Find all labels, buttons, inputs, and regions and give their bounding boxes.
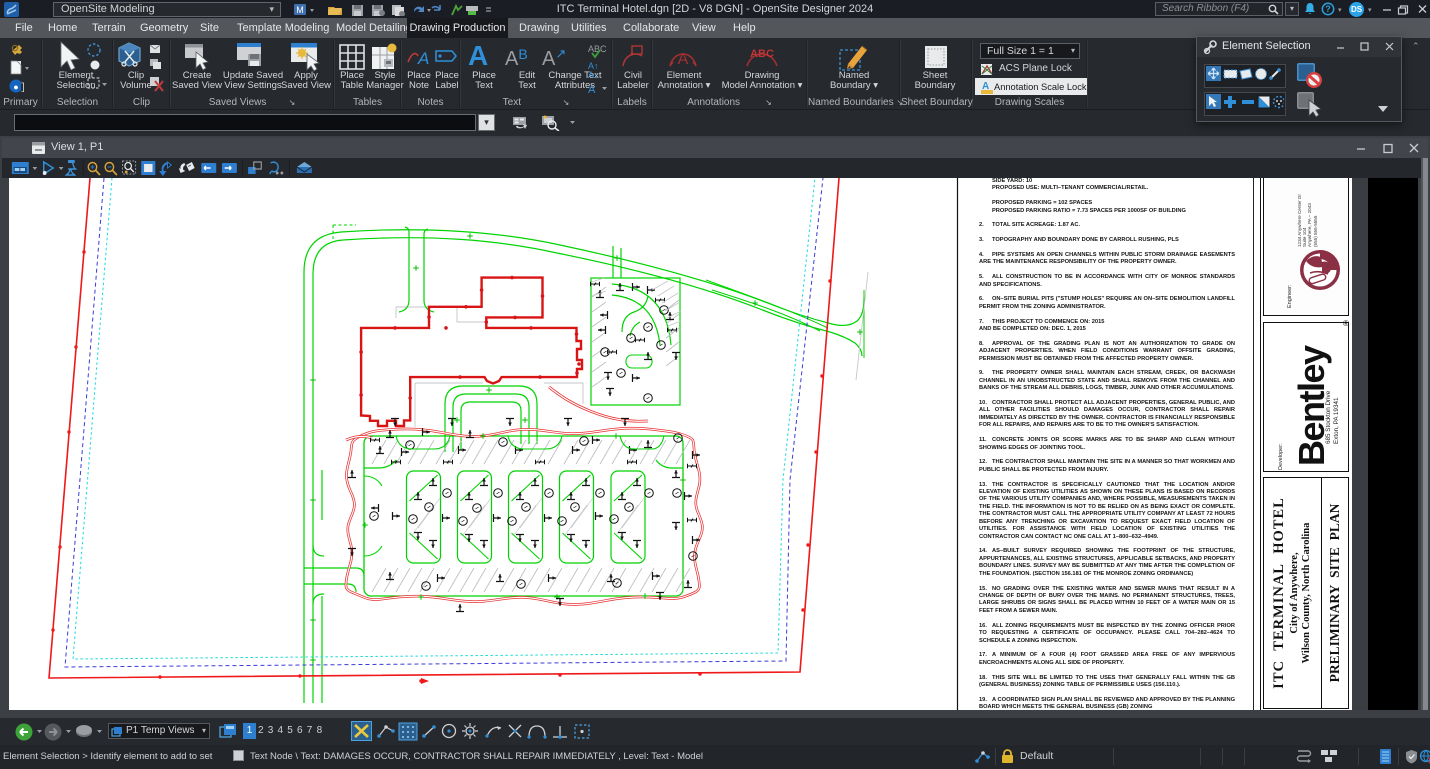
svg-text:ABC: ABC xyxy=(750,48,774,60)
svg-text:]: ] xyxy=(20,82,26,94)
svg-text:?: ? xyxy=(1325,4,1331,14)
svg-text:A↓: A↓ xyxy=(588,70,599,80)
svg-text:A: A xyxy=(417,49,429,68)
svg-text:A: A xyxy=(678,51,689,68)
svg-text:●: ● xyxy=(13,82,18,92)
svg-text:A: A xyxy=(588,84,596,96)
